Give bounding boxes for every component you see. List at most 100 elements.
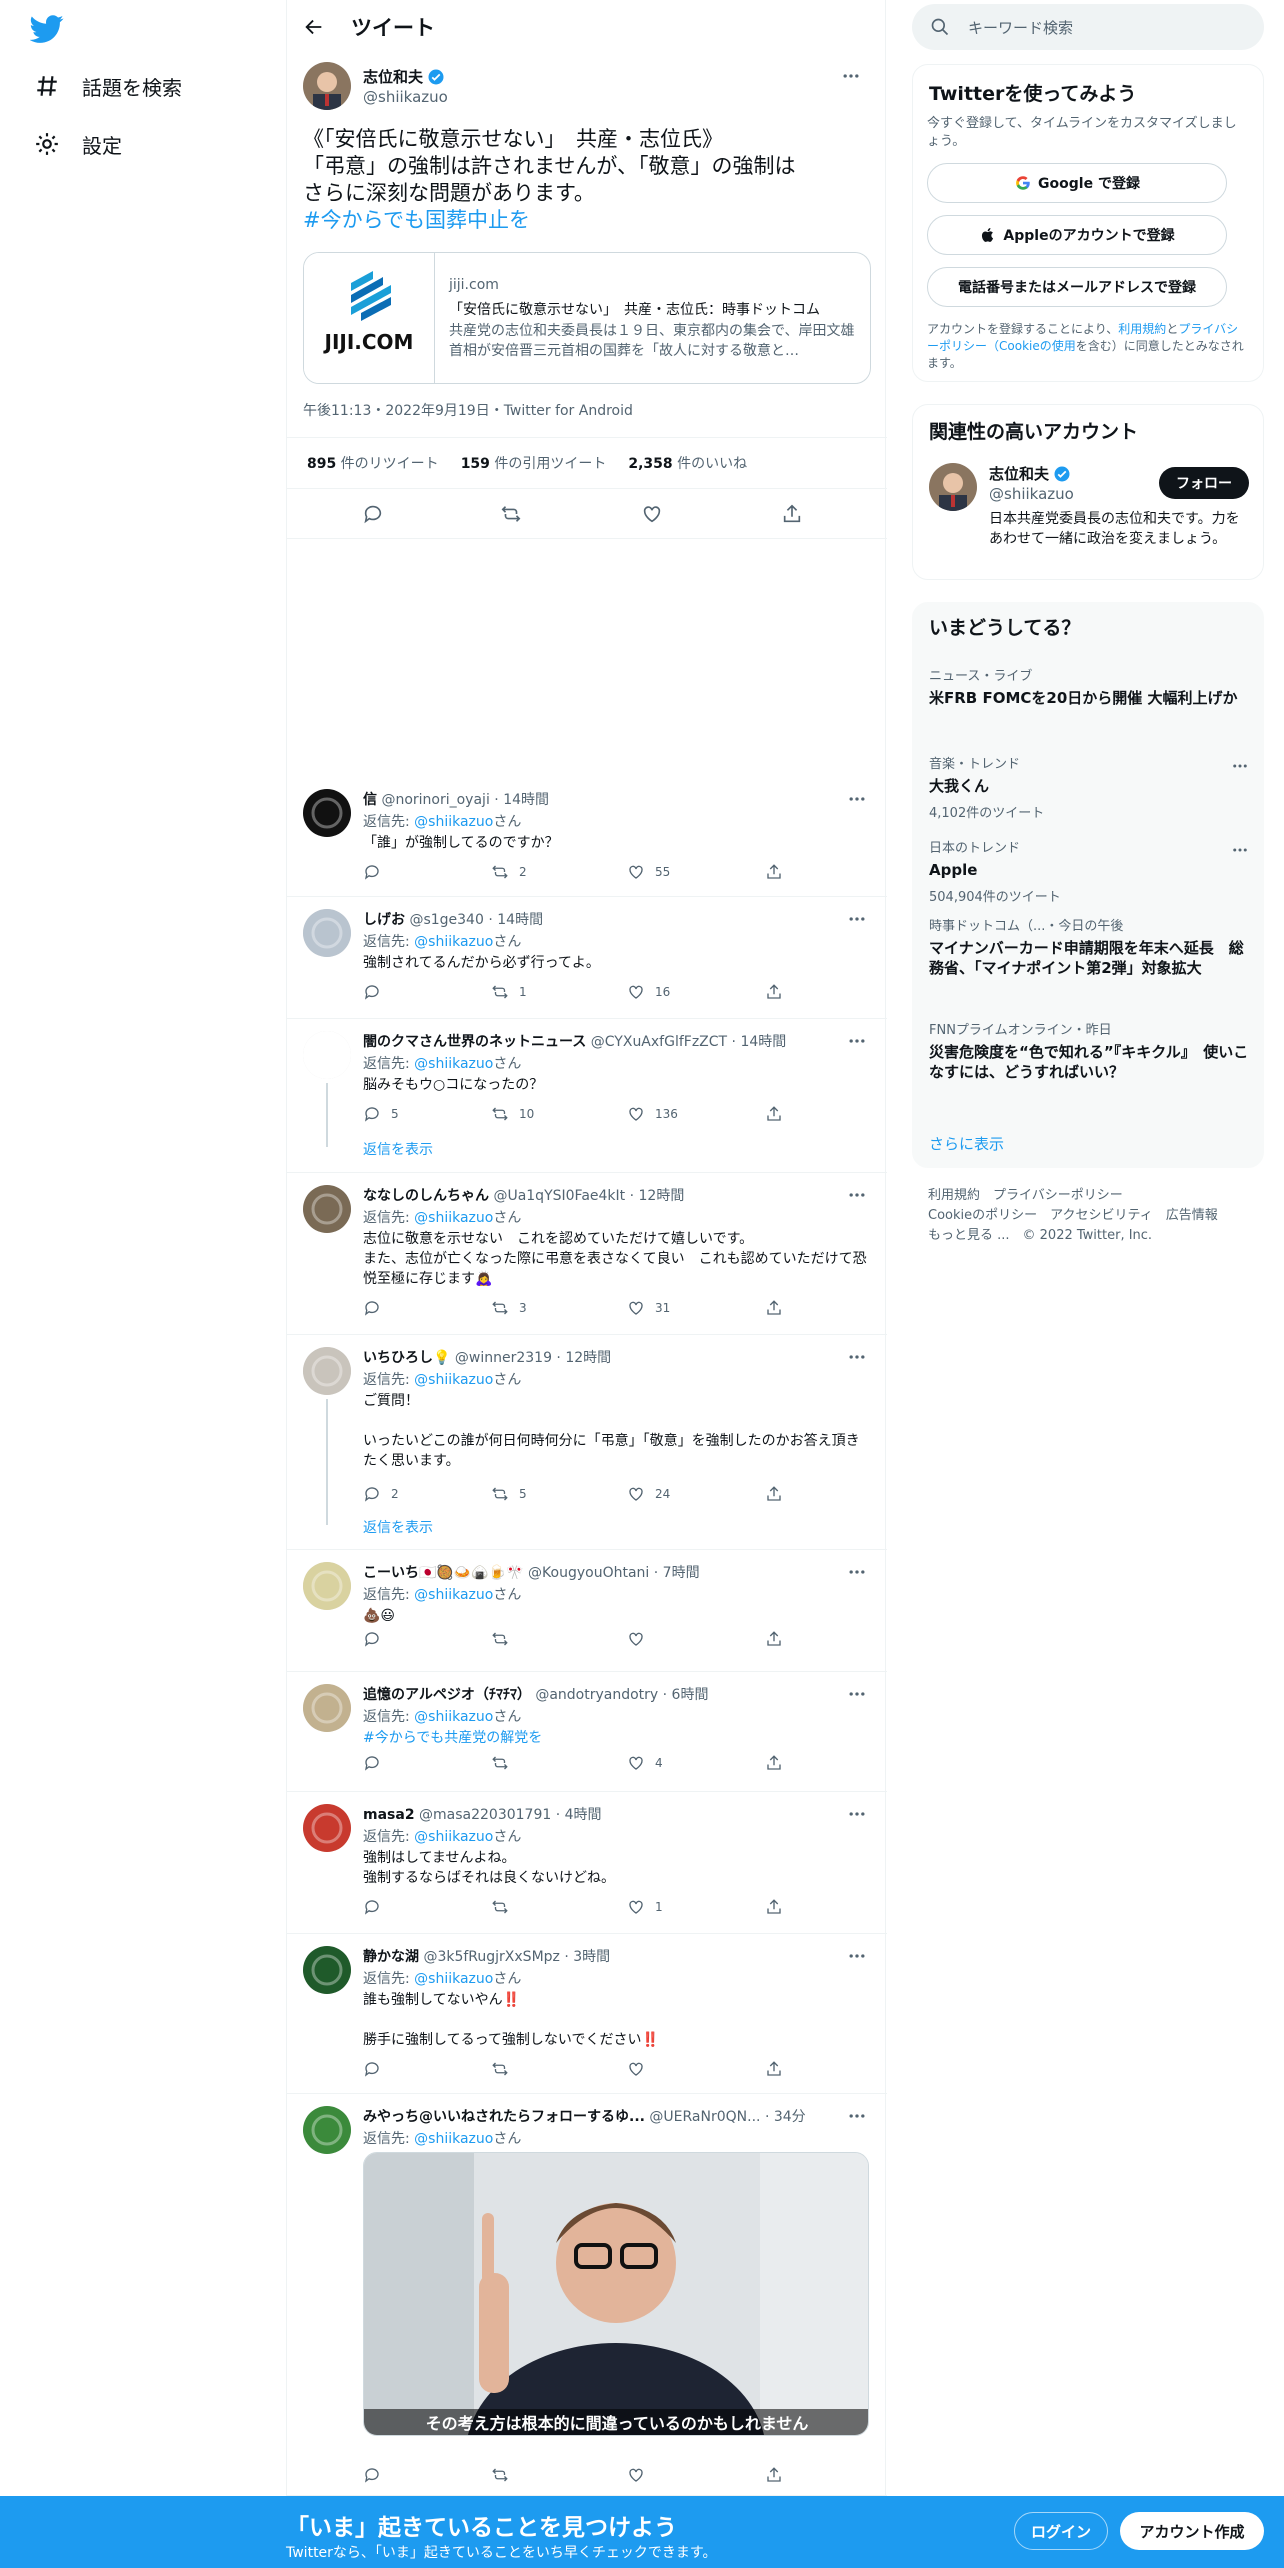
share-button[interactable] (765, 2466, 793, 2484)
search-box[interactable]: キーワード検索 (912, 4, 1264, 50)
reply-button[interactable] (363, 1299, 391, 1317)
footer-link-row[interactable]: Cookieのポリシー アクセシビリティ 広告情報 (928, 1206, 1248, 1226)
avatar[interactable] (303, 1185, 351, 1233)
reply-button[interactable] (363, 863, 391, 881)
footer-link-row[interactable]: もっと見る ... © 2022 Twitter, Inc. (928, 1226, 1248, 1246)
show-replies-link[interactable]: 返信を表示 (363, 1139, 433, 1159)
search-input[interactable]: キーワード検索 (968, 17, 1073, 38)
reply-author-name[interactable]: ななしのしんちゃん (363, 1188, 489, 1204)
replying-to-handle[interactable]: @shiikazuo (414, 1372, 493, 1388)
avatar[interactable] (303, 1562, 351, 1610)
reply-author-name[interactable]: 静かな湖 (363, 1949, 419, 1965)
reply-header[interactable]: 静かな湖 @3k5fRugjrXxSMpz · 3時間 (363, 1946, 843, 1966)
replying-to-handle[interactable]: @shiikazuo (414, 2131, 493, 2147)
reply-button[interactable] (363, 1754, 391, 1772)
share-button[interactable] (765, 1630, 793, 1648)
reply-tweet[interactable]: 静かな湖 @3k5fRugjrXxSMpz · 3時間 返信先: @shiikaz… (287, 1934, 887, 2094)
like-button[interactable] (627, 2060, 655, 2078)
trend-item[interactable]: 時事ドットコム（...・今日の午後 マイナンバーカード申請期限を年末へ延長 総務省… (929, 915, 1249, 978)
share-icon[interactable] (781, 503, 803, 525)
more-options-icon[interactable] (847, 1347, 867, 1367)
retweet-button[interactable] (491, 1754, 519, 1772)
reply-header[interactable]: しげお @s1ge340 · 14時間 (363, 909, 843, 929)
follow-button[interactable]: フォロー (1159, 467, 1249, 499)
author-name[interactable]: 志位和夫 (363, 66, 445, 87)
reply-header[interactable]: 闇のクマさん世界のネットニュース @CYXuAxfGlfFzZCT · 14時間 (363, 1031, 843, 1051)
avatar[interactable] (929, 463, 977, 511)
reply-tweet[interactable]: いちひろし💡 @winner2319 · 12時間 返信先: @shiikazuo… (287, 1335, 887, 1550)
more-options-icon[interactable] (847, 789, 867, 809)
related-account-handle[interactable]: @shiikazuo (989, 485, 1074, 503)
reply-time[interactable]: 7時間 (663, 1565, 700, 1581)
reply-time[interactable]: 4時間 (565, 1807, 602, 1823)
retweet-button[interactable] (491, 2466, 519, 2484)
reply-time[interactable]: 14時間 (740, 1034, 786, 1050)
tweet-hashtag[interactable]: #今からでも国葬中止を (303, 207, 871, 234)
reply-author-handle[interactable]: @3k5fRugjrXxSMpz (423, 1949, 559, 1965)
trend-item[interactable]: ニュース・ライブ 米FRB FOMCを20日から開催 大幅利上げか (929, 665, 1249, 708)
retweet-icon[interactable] (500, 503, 522, 525)
avatar[interactable] (303, 789, 351, 837)
trend-item[interactable]: 音楽・トレンド 大我くん 4,102件のツイート (929, 753, 1249, 821)
more-options-icon[interactable] (847, 1562, 867, 1582)
more-options-icon[interactable] (847, 1031, 867, 1051)
like-heart-icon[interactable] (641, 503, 663, 525)
replying-to-handle[interactable]: @shiikazuo (414, 1587, 493, 1603)
reply-author-handle[interactable]: @andotryandotry (535, 1687, 658, 1703)
reply-button[interactable]: 5 (363, 1105, 399, 1123)
nav-explore[interactable]: 話題を検索 (34, 62, 182, 110)
avatar[interactable] (303, 1804, 351, 1852)
like-button[interactable]: 55 (627, 863, 670, 881)
like-button[interactable] (627, 2466, 655, 2484)
reply-tweet[interactable]: みやっち@いいねされたらフォローするゆ... @UERaNr0QN... · 3… (287, 2094, 887, 2496)
show-more-trends-link[interactable]: さらに表示 (929, 1133, 1004, 1154)
reply-time[interactable]: 14時間 (503, 792, 549, 808)
like-button[interactable]: 136 (627, 1105, 678, 1123)
retweet-button[interactable]: 10 (491, 1105, 534, 1123)
like-button[interactable]: 4 (627, 1754, 663, 1772)
more-options-icon[interactable] (1231, 841, 1249, 859)
reply-header[interactable]: こーいち🇯🇵🥘🍛🍙🍺🎌 @KougyouOhtani · 7時間 (363, 1562, 843, 1582)
quote-count[interactable]: 159 件の引用ツイート (461, 453, 607, 473)
share-button[interactable] (765, 1898, 793, 1916)
reply-tweet[interactable]: こーいち🇯🇵🥘🍛🍙🍺🎌 @KougyouOhtani · 7時間 返信先: @sh… (287, 1550, 887, 1672)
avatar[interactable] (303, 1347, 351, 1395)
reply-tweet[interactable]: masa2 @masa220301791 · 4時間 返信先: @shiikazu… (287, 1792, 887, 1934)
reply-author-name[interactable]: みやっち@いいねされたらフォローするゆ... (363, 2109, 645, 2125)
avatar[interactable] (303, 1684, 351, 1732)
replying-to-handle[interactable]: @shiikazuo (414, 814, 493, 830)
reply-button[interactable] (363, 1898, 391, 1916)
reply-author-name[interactable]: masa2 (363, 1807, 415, 1823)
like-button[interactable]: 24 (627, 1485, 670, 1503)
retweet-count[interactable]: 895 件のリツイート (307, 453, 439, 473)
reply-time[interactable]: 6時間 (672, 1687, 709, 1703)
avatar[interactable] (303, 1946, 351, 1994)
like-button[interactable] (627, 1630, 655, 1648)
reply-header[interactable]: ななしのしんちゃん @Ua1qYSI0Fae4kIt · 12時間 (363, 1185, 843, 1205)
replying-to-handle[interactable]: @shiikazuo (414, 1709, 493, 1725)
share-button[interactable] (765, 1105, 793, 1123)
retweet-button[interactable]: 1 (491, 983, 527, 1001)
reply-button[interactable]: 2 (363, 1485, 399, 1503)
show-replies-link[interactable]: 返信を表示 (363, 1517, 433, 1537)
reply-author-handle[interactable]: @Ua1qYSI0Fae4kIt (493, 1188, 625, 1204)
more-options-icon[interactable] (847, 1684, 867, 1704)
reply-header[interactable]: みやっち@いいねされたらフォローするゆ... @UERaNr0QN... · 3… (363, 2106, 843, 2126)
like-button[interactable]: 31 (627, 1299, 670, 1317)
reply-author-name[interactable]: しげお (363, 912, 405, 928)
reply-author-handle[interactable]: @s1ge340 (409, 912, 483, 928)
reply-tweet[interactable]: 信 @norinori_oyaji · 14時間 返信先: @shiikazuoさ… (287, 777, 887, 897)
replying-to-handle[interactable]: @shiikazuo (414, 1056, 493, 1072)
reply-header[interactable]: いちひろし💡 @winner2319 · 12時間 (363, 1347, 843, 1367)
reply-author-handle[interactable]: @CYXuAxfGlfFzZCT (591, 1034, 727, 1050)
reply-author-handle[interactable]: @winner2319 (455, 1350, 552, 1366)
share-button[interactable] (765, 1485, 793, 1503)
more-options-icon[interactable] (847, 1804, 867, 1824)
footer-link-row[interactable]: 利用規約 プライバシーポリシー (928, 1186, 1248, 1206)
reply-author-name[interactable]: こーいち🇯🇵🥘🍛🍙🍺🎌 (363, 1565, 524, 1581)
share-button[interactable] (765, 863, 793, 881)
tweet-timestamp[interactable]: 午後11:13・2022年9月19日・Twitter for Android (303, 400, 633, 420)
nav-settings[interactable]: 設定 (34, 120, 122, 168)
reply-time[interactable]: 34分 (774, 2109, 806, 2125)
terms-link[interactable]: 利用規約 (1118, 322, 1166, 336)
